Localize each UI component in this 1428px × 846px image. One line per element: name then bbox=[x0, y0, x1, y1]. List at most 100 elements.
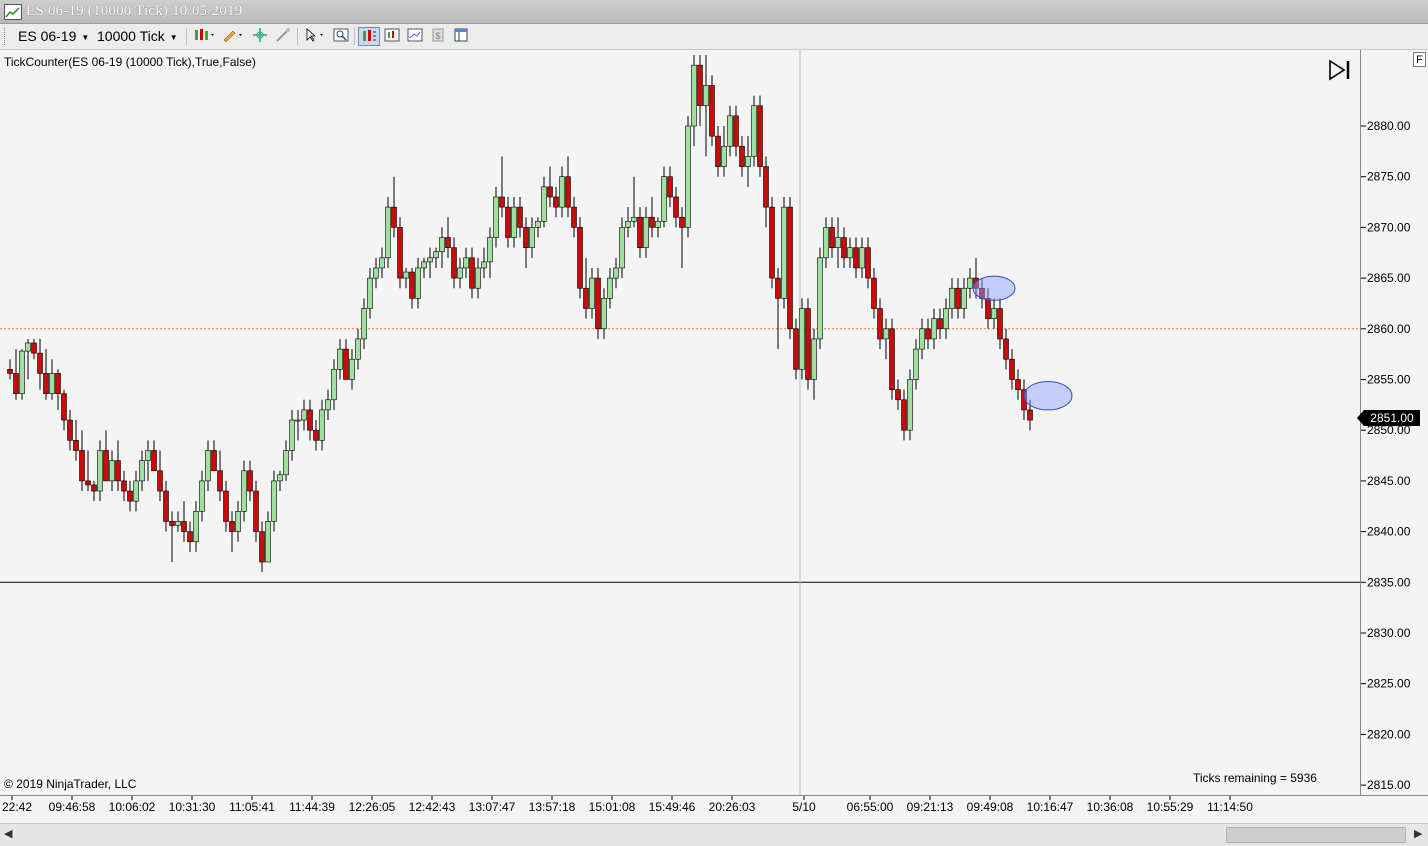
candle bbox=[397, 217, 403, 289]
candle-body bbox=[529, 227, 535, 248]
draw-pencil-icon[interactable] bbox=[220, 27, 246, 46]
play-to-end-icon[interactable] bbox=[1327, 58, 1353, 85]
scroll-right-icon[interactable]: ▶ bbox=[1414, 827, 1422, 840]
candle-body bbox=[781, 206, 787, 299]
candle bbox=[385, 196, 391, 268]
candle-body bbox=[289, 419, 295, 451]
candle-body bbox=[871, 277, 877, 309]
candle bbox=[151, 440, 157, 472]
toolbar-grip[interactable] bbox=[4, 28, 8, 45]
horizontal-scrollbar[interactable]: ◀ ▶ bbox=[0, 823, 1428, 846]
candle-body bbox=[679, 216, 685, 228]
candle bbox=[349, 349, 355, 390]
price-tick-label: 2855.00 bbox=[1367, 373, 1411, 387]
time-tick-label: 20:26:03 bbox=[709, 800, 756, 814]
price-tick-label: 2860.00 bbox=[1367, 322, 1411, 336]
candle-body bbox=[505, 206, 511, 238]
candle bbox=[199, 470, 205, 522]
chart-corner-button[interactable]: F bbox=[1413, 52, 1426, 67]
dollar-icon[interactable]: $ bbox=[427, 27, 449, 46]
candle bbox=[235, 501, 241, 542]
candle bbox=[787, 196, 793, 339]
candle bbox=[583, 257, 589, 319]
candlestick-chart[interactable] bbox=[0, 50, 1360, 795]
candle-body bbox=[451, 247, 457, 279]
candle-body bbox=[523, 227, 529, 248]
candle-body bbox=[295, 419, 301, 422]
candle-body bbox=[157, 470, 163, 492]
scroll-left-icon[interactable]: ◀ bbox=[4, 827, 12, 840]
candle bbox=[715, 126, 721, 177]
candle-body bbox=[205, 450, 211, 482]
candle-body bbox=[337, 348, 343, 370]
instrument-selector[interactable]: ES 06-19 ▼ bbox=[16, 27, 91, 46]
candle bbox=[463, 247, 469, 279]
price-chart-panel[interactable] bbox=[0, 50, 1360, 795]
candle bbox=[643, 207, 649, 258]
layout-icon[interactable] bbox=[450, 27, 472, 46]
candle-body bbox=[667, 176, 673, 198]
candle bbox=[121, 470, 127, 502]
candle-body bbox=[649, 216, 655, 228]
candle bbox=[625, 207, 631, 238]
candle-body bbox=[589, 277, 595, 309]
candle bbox=[637, 207, 643, 258]
analyzer-icon[interactable] bbox=[404, 27, 426, 46]
candle-body bbox=[739, 145, 745, 167]
candle-body bbox=[541, 186, 547, 222]
candle bbox=[901, 389, 907, 441]
candle-body bbox=[769, 206, 775, 279]
candle bbox=[679, 207, 685, 268]
candle bbox=[835, 217, 841, 268]
scrollbar-thumb[interactable] bbox=[1226, 827, 1406, 843]
candle bbox=[469, 247, 475, 299]
candle bbox=[667, 166, 673, 208]
candle bbox=[823, 217, 829, 268]
candle bbox=[451, 237, 457, 289]
candle bbox=[529, 217, 535, 258]
title-bar: ES 06-19 (10000 Tick) 10/05/2019 bbox=[0, 0, 1428, 24]
candle-body bbox=[619, 227, 625, 269]
chart-trader-icon[interactable] bbox=[358, 27, 380, 46]
zoom-icon[interactable] bbox=[330, 27, 352, 46]
candle-body bbox=[397, 227, 403, 279]
data-box-icon[interactable] bbox=[381, 27, 403, 46]
candle-body bbox=[469, 257, 475, 289]
time-tick-label: 22:42 bbox=[2, 800, 32, 814]
candle bbox=[325, 389, 331, 421]
candle-body bbox=[571, 206, 577, 228]
candle-body bbox=[73, 440, 79, 451]
candle-body bbox=[277, 474, 283, 482]
candle bbox=[541, 176, 547, 228]
bar-style-icon[interactable] bbox=[192, 27, 218, 46]
candle bbox=[769, 196, 775, 289]
candle bbox=[379, 247, 385, 279]
interval-selector[interactable]: 10000 Tick ▼ bbox=[95, 27, 180, 46]
candle-body bbox=[985, 298, 991, 319]
cursor-icon[interactable] bbox=[302, 27, 328, 46]
candle bbox=[817, 247, 823, 350]
indicator-label: TickCounter(ES 06-19 (10000 Tick),True,F… bbox=[4, 55, 256, 69]
candle bbox=[187, 521, 193, 552]
candle-body bbox=[703, 85, 709, 107]
candle-body bbox=[217, 470, 223, 492]
candle bbox=[697, 55, 703, 126]
candle bbox=[895, 379, 901, 410]
properties-icon[interactable] bbox=[272, 27, 294, 46]
candle-body bbox=[367, 277, 373, 309]
time-axis[interactable]: 22:42 09:46:58 10:06:02 10:31:30 11:05:41 11:… bbox=[0, 795, 1428, 823]
candle bbox=[781, 196, 787, 309]
candle bbox=[25, 338, 31, 380]
candle-body bbox=[403, 271, 409, 279]
candle-body bbox=[343, 348, 349, 380]
candle bbox=[805, 298, 811, 390]
candle-body bbox=[331, 369, 337, 401]
candle-body bbox=[805, 308, 811, 380]
crosshair-icon[interactable] bbox=[249, 27, 271, 46]
candle bbox=[511, 196, 517, 248]
candle-body bbox=[7, 369, 13, 374]
candle-body bbox=[811, 338, 817, 380]
candle-body bbox=[613, 267, 619, 279]
price-tick-label: 2815.00 bbox=[1367, 778, 1411, 792]
candle bbox=[859, 237, 865, 279]
